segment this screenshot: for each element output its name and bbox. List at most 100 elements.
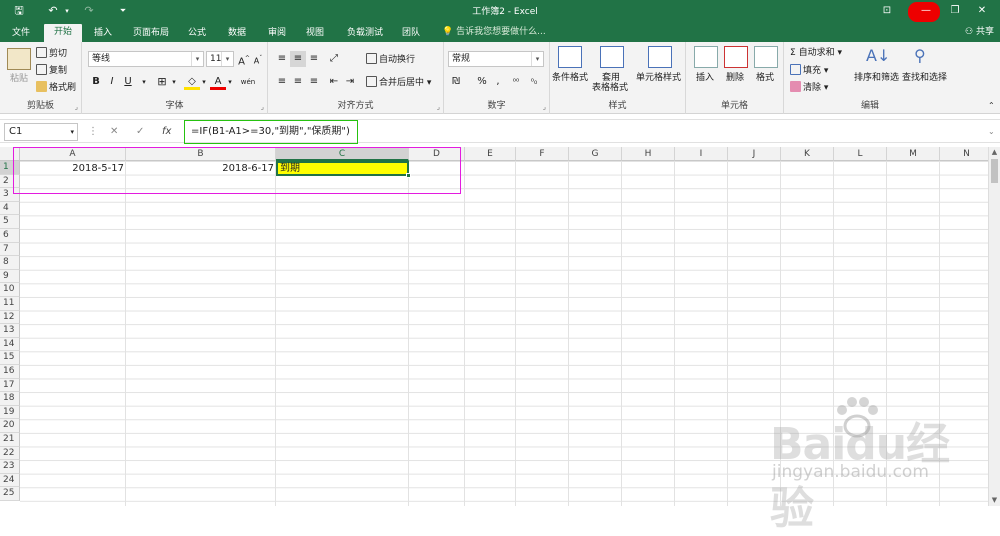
paste-button[interactable]: 粘贴: [10, 73, 28, 85]
decrease-decimal-icon[interactable]: ⁰₀: [526, 74, 542, 90]
cut-button[interactable]: 剪切: [36, 47, 67, 60]
row-header-23[interactable]: 23: [0, 460, 20, 474]
close-icon[interactable]: ✕: [972, 3, 992, 19]
borders-dropdown-icon[interactable]: ▾: [166, 74, 182, 90]
tab-formulas[interactable]: 公式: [182, 25, 212, 42]
conditional-formatting-icon[interactable]: [558, 46, 582, 68]
row-header-20[interactable]: 20: [0, 419, 20, 433]
clipboard-launcher-icon[interactable]: ⌟: [75, 103, 78, 111]
percent-button[interactable]: %: [474, 74, 490, 90]
column-header-f[interactable]: F: [516, 147, 569, 161]
tab-data[interactable]: 数据: [222, 25, 252, 42]
increase-decimal-icon[interactable]: ⁰⁰: [508, 74, 524, 90]
tab-team[interactable]: 团队: [396, 25, 426, 42]
font-color-dropdown-icon[interactable]: ▾: [222, 74, 238, 90]
insert-function-button[interactable]: fx: [162, 125, 171, 139]
row-header-17[interactable]: 17: [0, 378, 20, 393]
format-as-table-line2[interactable]: 表格格式: [592, 82, 628, 94]
row-header-12[interactable]: 12: [0, 310, 20, 325]
number-launcher-icon[interactable]: ⌟: [543, 103, 546, 111]
clear-button[interactable]: 清除 ▾: [790, 81, 828, 94]
column-header-m[interactable]: M: [887, 147, 940, 161]
format-cells-icon[interactable]: [754, 46, 778, 68]
row-header-9[interactable]: 9: [0, 269, 20, 284]
column-header-h[interactable]: H: [622, 147, 675, 161]
save-icon[interactable]: 🖫: [10, 3, 28, 19]
find-select-icon[interactable]: ⚲: [914, 46, 938, 68]
align-center-icon[interactable]: ≡: [290, 74, 306, 90]
font-size-combo[interactable]: 11 ▾: [206, 51, 234, 67]
align-bottom-icon[interactable]: ≡: [306, 51, 322, 67]
underline-button[interactable]: U: [120, 74, 136, 90]
paste-icon[interactable]: [7, 48, 31, 70]
column-header-k[interactable]: K: [781, 147, 834, 161]
name-box[interactable]: C1 ▾: [4, 123, 78, 141]
align-left-icon[interactable]: ≡: [274, 74, 290, 90]
find-select-button[interactable]: 查找和选择: [902, 72, 947, 84]
row-header-25[interactable]: 25: [0, 487, 20, 501]
copy-button[interactable]: 复制: [36, 64, 67, 77]
cell-styles-button[interactable]: 单元格样式: [636, 72, 681, 84]
comma-button[interactable]: ,: [490, 74, 506, 90]
minimize-icon[interactable]: —: [916, 3, 936, 19]
row-header-4[interactable]: 4: [0, 201, 20, 216]
orientation-icon[interactable]: ⤢: [326, 51, 342, 67]
cell-b1[interactable]: 2018-6-17: [126, 162, 276, 176]
vertical-scrollbar[interactable]: ▲ ▼: [988, 147, 1000, 506]
tab-insert[interactable]: 插入: [88, 25, 118, 42]
tab-page-layout[interactable]: 页面布局: [126, 25, 176, 42]
redo-icon[interactable]: ↷: [80, 3, 98, 19]
column-header-i[interactable]: I: [675, 147, 728, 161]
cell-a1[interactable]: 2018-5-17: [20, 162, 126, 176]
number-format-combo[interactable]: 常规 ▾: [448, 51, 544, 67]
underline-dropdown-icon[interactable]: ▾: [136, 74, 152, 90]
scroll-up-icon[interactable]: ▲: [989, 147, 1000, 158]
format-painter-button[interactable]: 格式刷: [36, 81, 76, 94]
row-header-24[interactable]: 24: [0, 473, 20, 488]
row-header-19[interactable]: 19: [0, 405, 20, 420]
font-launcher-icon[interactable]: ⌟: [261, 103, 264, 111]
increase-indent-icon[interactable]: ⇥: [342, 74, 358, 90]
delete-cells-icon[interactable]: [724, 46, 748, 68]
column-header-c[interactable]: C: [276, 147, 409, 161]
row-header-21[interactable]: 21: [0, 433, 20, 447]
column-header-n[interactable]: N: [940, 147, 988, 161]
row-header-18[interactable]: 18: [0, 392, 20, 406]
collapse-ribbon-icon[interactable]: ⌃: [988, 100, 995, 112]
column-header-a[interactable]: A: [20, 147, 126, 161]
scroll-thumb[interactable]: [991, 159, 998, 183]
tab-home[interactable]: 开始: [44, 24, 82, 42]
column-header-g[interactable]: G: [569, 147, 622, 161]
format-as-table-icon[interactable]: [600, 46, 624, 68]
alignment-launcher-icon[interactable]: ⌟: [437, 103, 440, 111]
fill-button[interactable]: 填充 ▾: [790, 64, 828, 77]
format-cells-button[interactable]: 格式: [756, 72, 774, 84]
insert-cells-icon[interactable]: [694, 46, 718, 68]
insert-cells-button[interactable]: 插入: [696, 72, 714, 84]
column-header-e[interactable]: E: [465, 147, 516, 161]
tab-view[interactable]: 视图: [300, 25, 330, 42]
autosum-button[interactable]: Σ 自动求和 ▾: [790, 47, 842, 59]
row-header-22[interactable]: 22: [0, 446, 20, 461]
column-header-l[interactable]: L: [834, 147, 887, 161]
cell-styles-icon[interactable]: [648, 46, 672, 68]
fill-handle[interactable]: [406, 173, 411, 178]
delete-cells-button[interactable]: 删除: [726, 72, 744, 84]
shrink-font-button[interactable]: Aˇ: [250, 51, 266, 67]
merge-center-button[interactable]: 合并后居中 ▾: [366, 76, 431, 89]
select-all-corner[interactable]: [0, 147, 20, 161]
phonetic-guide-button[interactable]: wén: [240, 74, 256, 90]
row-header-10[interactable]: 10: [0, 283, 20, 297]
scroll-down-icon[interactable]: ▼: [989, 495, 1000, 506]
tab-file[interactable]: 文件: [6, 25, 36, 42]
row-header-16[interactable]: 16: [0, 365, 20, 379]
undo-dropdown-icon[interactable]: ▾: [58, 3, 76, 19]
tab-review[interactable]: 审阅: [262, 25, 292, 42]
customize-quick-access-icon[interactable]: ⏷: [114, 3, 132, 19]
cancel-icon[interactable]: ✕: [110, 125, 118, 139]
conditional-formatting-button[interactable]: 条件格式: [552, 72, 588, 84]
enter-icon[interactable]: ✓: [136, 125, 144, 139]
row-header-13[interactable]: 13: [0, 324, 20, 338]
expand-formula-bar-icon[interactable]: ⌄: [988, 125, 995, 139]
row-header-7[interactable]: 7: [0, 242, 20, 257]
